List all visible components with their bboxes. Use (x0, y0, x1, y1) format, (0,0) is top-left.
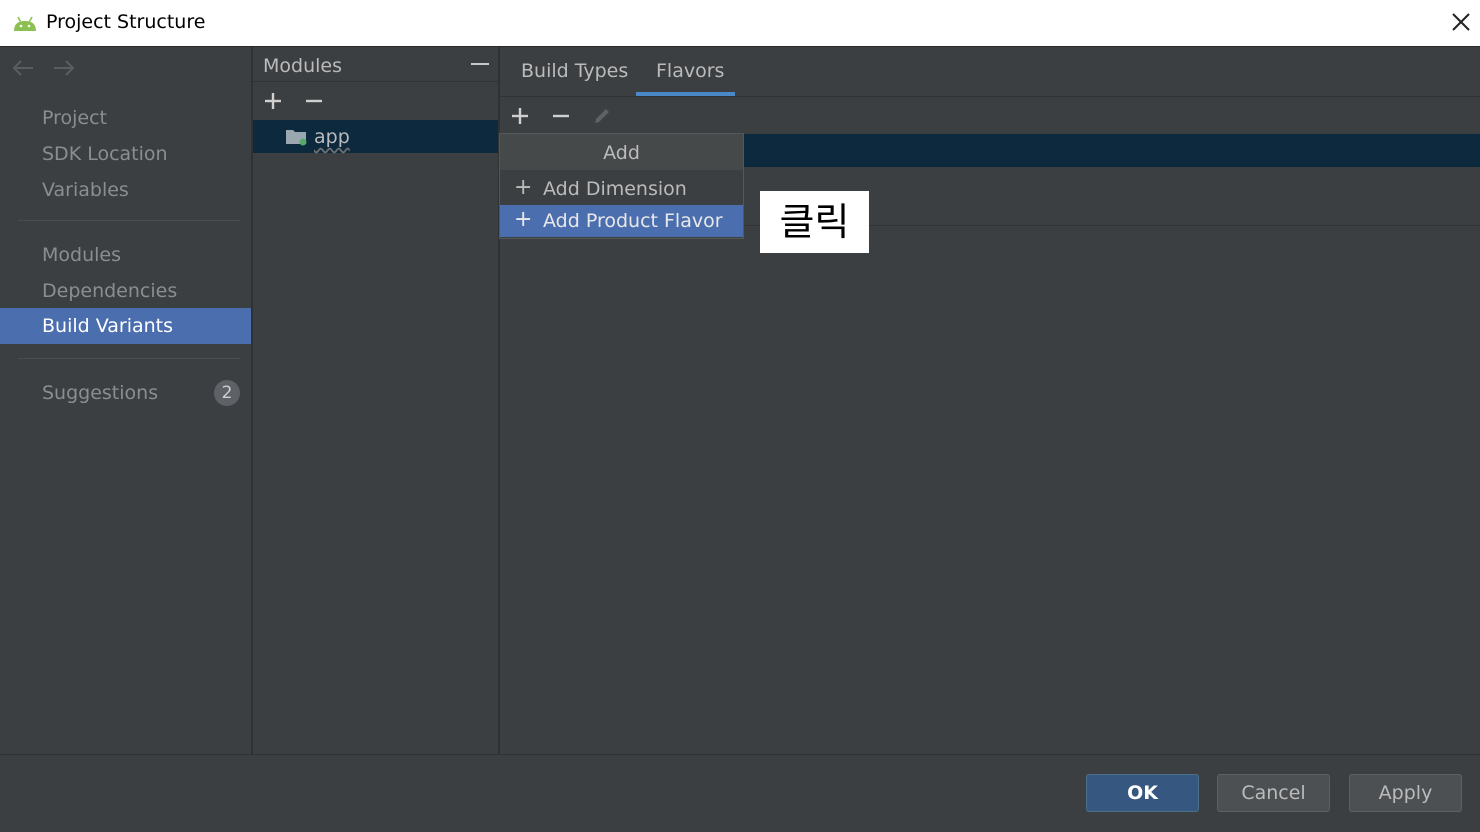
nav-item-sdk-location[interactable]: SDK Location (0, 136, 251, 172)
plus-icon: + (514, 207, 533, 232)
nav-item-label: Suggestions (42, 382, 159, 404)
forward-arrow-icon[interactable] (52, 58, 76, 78)
nav-item-suggestions[interactable]: Suggestions 2 (0, 375, 251, 411)
module-item-app[interactable]: app (253, 120, 498, 153)
edit-pencil-icon[interactable] (591, 105, 613, 127)
apply-button[interactable]: Apply (1349, 774, 1462, 812)
left-navigation: Project SDK Location Variables Modules D… (0, 47, 251, 754)
nav-item-modules[interactable]: Modules (0, 237, 251, 273)
nav-item-label: Modules (42, 244, 121, 266)
add-product-flavor-menu-item[interactable]: + Add Product Flavor (500, 205, 743, 237)
remove-icon[interactable] (550, 105, 572, 127)
nav-item-label: Variables (42, 179, 129, 201)
nav-item-label: Build Variants (42, 315, 174, 337)
ok-button[interactable]: OK (1086, 774, 1199, 812)
suggestions-count-badge: 2 (214, 380, 240, 406)
module-folder-icon (286, 130, 307, 146)
tab-label: Flavors (656, 60, 725, 82)
menu-item-label: Add Dimension (543, 178, 687, 200)
back-arrow-icon[interactable] (11, 58, 35, 78)
plus-icon: + (514, 175, 533, 200)
tab-flavors[interactable]: Flavors (636, 47, 735, 96)
popup-title: Add (500, 134, 743, 170)
add-module-icon[interactable] (262, 90, 284, 112)
nav-separator (18, 220, 240, 221)
dialog-footer: OK Cancel Apply (0, 754, 1480, 832)
remove-module-icon[interactable] (303, 90, 325, 112)
android-icon (14, 16, 36, 31)
nav-item-project[interactable]: Project (0, 100, 251, 136)
modules-header: Modules (253, 47, 498, 82)
module-item-label: app (314, 126, 350, 148)
add-icon[interactable] (509, 105, 531, 127)
nav-item-dependencies[interactable]: Dependencies (0, 273, 251, 309)
nav-item-label: Dependencies (42, 280, 178, 302)
nav-separator (18, 358, 240, 359)
close-icon[interactable] (1449, 10, 1473, 34)
tab-bar: Build Types Flavors (500, 47, 1480, 97)
modules-panel: Modules app (253, 47, 498, 754)
nav-item-build-variants[interactable]: Build Variants (0, 308, 251, 344)
add-dimension-menu-item[interactable]: + Add Dimension (500, 173, 743, 205)
tab-build-types[interactable]: Build Types (512, 47, 636, 96)
menu-item-label: Add Product Flavor (543, 210, 723, 232)
title-bar: Project Structure (0, 0, 1480, 46)
nav-item-label: Project (42, 107, 108, 129)
window-title: Project Structure (46, 11, 206, 33)
nav-item-variables[interactable]: Variables (0, 172, 251, 208)
cancel-button[interactable]: Cancel (1217, 774, 1330, 812)
nav-item-label: SDK Location (42, 143, 168, 165)
click-annotation: 클릭 (760, 191, 869, 253)
tab-label: Build Types (521, 60, 629, 82)
add-popup-menu: Add + Add Dimension + Add Product Flavor (499, 133, 744, 239)
collapse-icon[interactable] (471, 63, 489, 65)
modules-header-label: Modules (263, 55, 342, 77)
active-tab-indicator (636, 92, 735, 96)
